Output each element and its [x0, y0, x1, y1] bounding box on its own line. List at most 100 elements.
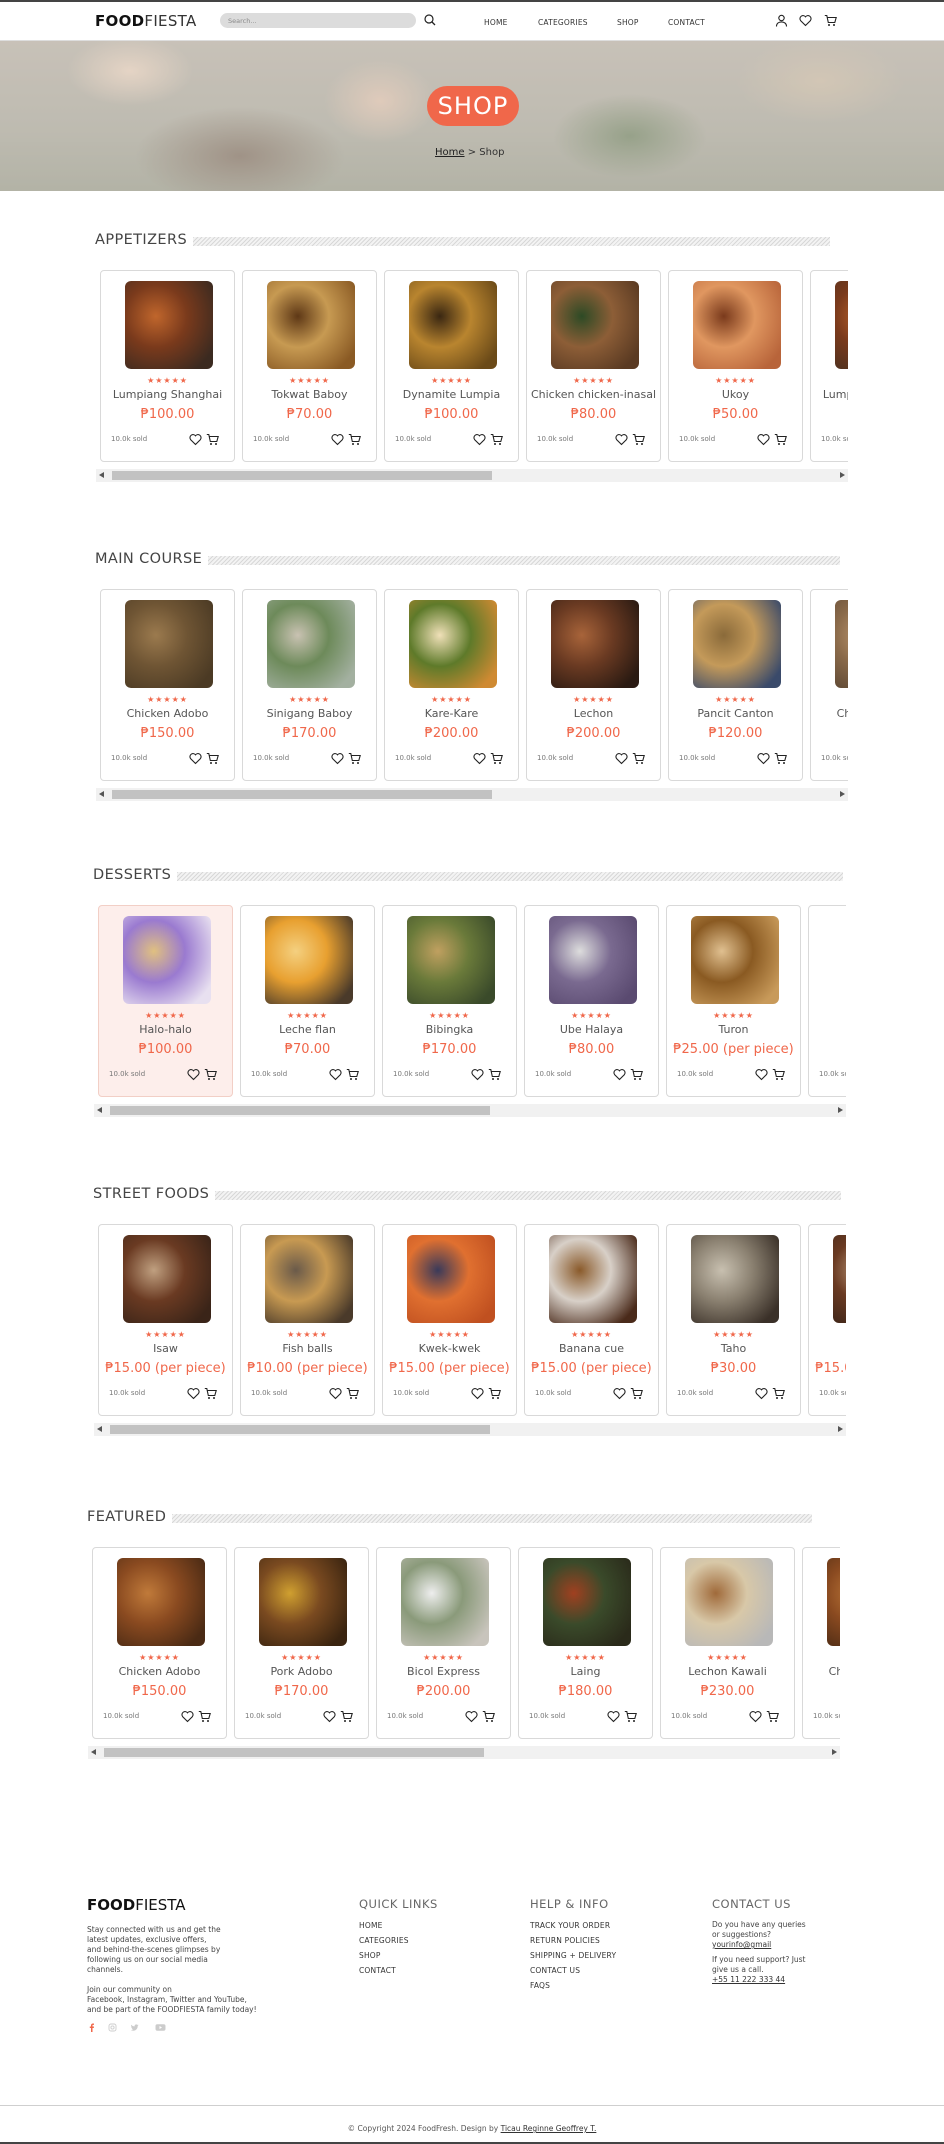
add-to-cart-icon[interactable]: [206, 431, 219, 445]
add-to-cart-icon[interactable]: [774, 431, 787, 445]
add-to-cart-icon[interactable]: [774, 750, 787, 764]
add-to-cart-icon[interactable]: [346, 1066, 359, 1080]
product-name[interactable]: Turon: [667, 1023, 800, 1036]
footer-link-contact[interactable]: CONTACT: [359, 1966, 396, 1975]
product-image[interactable]: [543, 1558, 631, 1646]
heart-icon[interactable]: [799, 14, 812, 27]
wishlist-heart-icon[interactable]: [329, 1066, 342, 1081]
product-image[interactable]: [267, 281, 355, 369]
wishlist-heart-icon[interactable]: [323, 1708, 336, 1723]
product-name[interactable]: Lechon Kawali: [661, 1665, 794, 1678]
product-image[interactable]: [117, 1558, 205, 1646]
add-to-cart-icon[interactable]: [632, 750, 645, 764]
product-name[interactable]: Lumpiang Shanghai: [811, 388, 848, 401]
product-image[interactable]: [125, 600, 213, 688]
add-to-cart-icon[interactable]: [204, 1066, 217, 1080]
product-name[interactable]: Ukoy: [669, 388, 802, 401]
product-name[interactable]: Pancit Canton: [669, 707, 802, 720]
footer-link-categories[interactable]: CATEGORIES: [359, 1936, 409, 1945]
scrollbar-thumb[interactable]: [104, 1748, 484, 1757]
product-image[interactable]: [407, 1235, 495, 1323]
product-name[interactable]: Fish balls: [241, 1342, 374, 1355]
product-card[interactable]: ★★★★★ Chicken Adobo ₱150.00 10.0k sold: [802, 1547, 840, 1739]
add-to-cart-icon[interactable]: [346, 1385, 359, 1399]
nav-contact[interactable]: CONTACT: [668, 18, 705, 27]
wishlist-heart-icon[interactable]: [465, 1708, 478, 1723]
product-image[interactable]: [259, 1558, 347, 1646]
product-card[interactable]: ★★★★★ Fish balls ₱10.00 (per piece) 10.0k s…: [240, 1224, 375, 1416]
site-logo[interactable]: FOODFIESTA: [95, 12, 197, 30]
add-to-cart-icon[interactable]: [348, 750, 361, 764]
add-to-cart-icon[interactable]: [766, 1708, 779, 1722]
add-to-cart-icon[interactable]: [482, 1708, 495, 1722]
product-name[interactable]: Banana cue: [525, 1342, 658, 1355]
scroll-left-arrow-icon[interactable]: [99, 791, 104, 797]
wishlist-heart-icon[interactable]: [757, 750, 770, 765]
add-to-cart-icon[interactable]: [488, 1385, 501, 1399]
scroll-left-arrow-icon[interactable]: [97, 1107, 102, 1113]
footer-link-shipping[interactable]: SHIPPING + DELIVERY: [530, 1951, 616, 1960]
product-card[interactable]: ★★★★★ Ukoy ₱50.00 10.0k sold: [668, 270, 803, 462]
scroll-right-arrow-icon[interactable]: [838, 1426, 843, 1432]
product-card[interactable]: ★★★★★ Pancit Canton ₱120.00 10.0k sold: [668, 589, 803, 781]
wishlist-heart-icon[interactable]: [607, 1708, 620, 1723]
product-image[interactable]: [549, 916, 637, 1004]
wishlist-heart-icon[interactable]: [755, 1385, 768, 1400]
wishlist-heart-icon[interactable]: [615, 431, 628, 446]
product-name[interactable]: Lechon: [527, 707, 660, 720]
scroll-left-arrow-icon[interactable]: [91, 1749, 96, 1755]
product-image[interactable]: [691, 1235, 779, 1323]
wishlist-heart-icon[interactable]: [471, 1066, 484, 1081]
product-image[interactable]: [551, 600, 639, 688]
product-card[interactable]: ★★★★★ Kare-Kare ₱200.00 10.0k sold: [384, 589, 519, 781]
product-image[interactable]: [835, 600, 848, 688]
facebook-icon[interactable]: [87, 2023, 96, 2032]
product-image[interactable]: [409, 281, 497, 369]
footer-link-return-policies[interactable]: RETURN POLICIES: [530, 1936, 600, 1945]
wishlist-heart-icon[interactable]: [331, 750, 344, 765]
product-name[interactable]: Sinigang Baboy: [243, 707, 376, 720]
scrollbar-thumb[interactable]: [110, 1425, 490, 1434]
product-card[interactable]: ★★★★★ Lechon ₱200.00 10.0k sold: [526, 589, 661, 781]
product-name[interactable]: Isaw: [99, 1342, 232, 1355]
wishlist-heart-icon[interactable]: [187, 1385, 200, 1400]
product-name[interactable]: Halo-halo: [99, 1023, 232, 1036]
product-image[interactable]: [833, 1235, 846, 1323]
product-card[interactable]: ★★★★★ 10.0k sold: [808, 905, 846, 1097]
product-name[interactable]: Bibingka: [383, 1023, 516, 1036]
twitter-icon[interactable]: [130, 2023, 139, 2032]
scroll-left-arrow-icon[interactable]: [99, 472, 104, 478]
add-to-cart-icon[interactable]: [488, 1066, 501, 1080]
product-image[interactable]: [693, 600, 781, 688]
product-image[interactable]: [265, 1235, 353, 1323]
product-image[interactable]: [407, 916, 495, 1004]
contact-phone-link[interactable]: +55 11 222 333 44: [712, 1975, 806, 1985]
scroll-right-arrow-icon[interactable]: [832, 1749, 837, 1755]
product-card[interactable]: ★★★★★ Lumpiang Shanghai ₱100.00 10.0k sold: [100, 270, 235, 462]
product-image[interactable]: [401, 1558, 489, 1646]
product-name[interactable]: Laing: [519, 1665, 652, 1678]
product-card[interactable]: ★★★★★ Lumpiang Shanghai ₱100.00 10.0k sold: [810, 270, 848, 462]
wishlist-heart-icon[interactable]: [749, 1708, 762, 1723]
product-image[interactable]: [827, 1558, 840, 1646]
wishlist-heart-icon[interactable]: [613, 1385, 626, 1400]
wishlist-heart-icon[interactable]: [181, 1708, 194, 1723]
product-image[interactable]: [691, 916, 779, 1004]
product-image[interactable]: [551, 281, 639, 369]
product-name[interactable]: Chicken Adobo: [93, 1665, 226, 1678]
product-image[interactable]: [835, 281, 848, 369]
add-to-cart-icon[interactable]: [206, 750, 219, 764]
scroll-right-arrow-icon[interactable]: [838, 1107, 843, 1113]
wishlist-heart-icon[interactable]: [615, 750, 628, 765]
product-image[interactable]: [409, 600, 497, 688]
add-to-cart-icon[interactable]: [198, 1708, 211, 1722]
scrollbar-thumb[interactable]: [110, 1106, 490, 1115]
search-input[interactable]: [220, 13, 416, 28]
add-to-cart-icon[interactable]: [490, 750, 503, 764]
product-image[interactable]: [549, 1235, 637, 1323]
add-to-cart-icon[interactable]: [772, 1385, 785, 1399]
product-card[interactable]: ★★★★★ Tokwat Baboy ₱70.00 10.0k sold: [242, 270, 377, 462]
add-to-cart-icon[interactable]: [632, 431, 645, 445]
scrollbar-thumb[interactable]: [112, 790, 492, 799]
product-card[interactable]: ★★★★★ Chicken chicken-inasal ₱80.00 10.0k s…: [526, 270, 661, 462]
